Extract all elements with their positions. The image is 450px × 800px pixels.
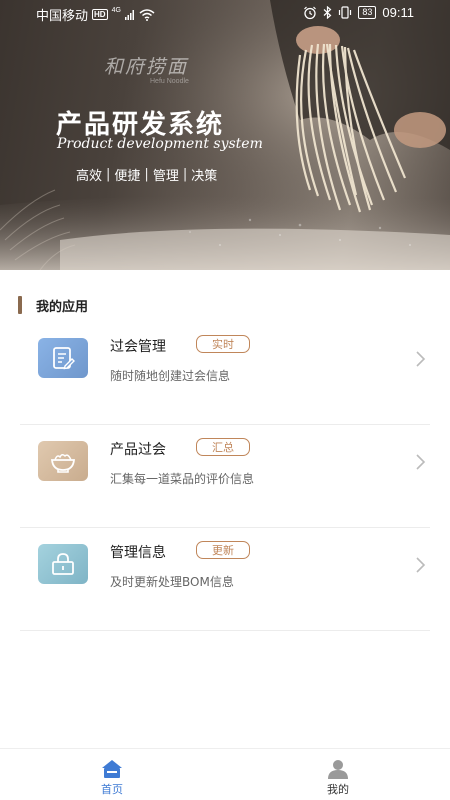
status-bar: 中国移动 HD 4G 83 09:11 [0, 0, 450, 26]
hero-subtitle: Product development system [57, 136, 263, 152]
document-edit-icon [38, 338, 88, 378]
alarm-icon [304, 6, 317, 19]
tag-separator: | [182, 167, 188, 182]
tab-mine-label: 我的 [327, 783, 349, 796]
app-item-management-info[interactable]: 管理信息 更新 及时更新处理BOM信息 [20, 528, 430, 631]
lock-icon [38, 544, 88, 584]
tag-separator: | [144, 167, 149, 182]
chevron-right-icon [416, 351, 426, 367]
app-description: 汇集每一道菜品的评价信息 [110, 472, 255, 486]
tag-decision: 决策 [191, 169, 218, 184]
tag-efficient: 高效 [76, 169, 103, 184]
app-name: 管理信息 [110, 545, 166, 561]
app-description: 及时更新处理BOM信息 [110, 575, 234, 589]
app-name: 产品过会 [110, 442, 166, 458]
status-badge-summary: 汇总 [196, 438, 250, 456]
section-header: 我的应用 [18, 296, 89, 315]
section-accent-bar [18, 296, 22, 314]
tab-home-label: 首页 [101, 783, 123, 796]
user-profile-icon [328, 760, 348, 779]
battery-indicator: 83 [358, 6, 377, 19]
home-icon [102, 760, 122, 778]
tag-convenient: 便捷 [114, 169, 141, 184]
section-title: 我的应用 [36, 299, 89, 315]
status-badge-update: 更新 [196, 541, 250, 559]
hd-indicator: HD [92, 9, 108, 20]
clock-time: 09:11 [382, 5, 414, 20]
noodle-bowl-icon [38, 441, 88, 481]
bluetooth-icon [323, 6, 332, 19]
signal-icon [124, 9, 134, 20]
chevron-right-icon [416, 454, 426, 470]
hero-banner: 中国移动 HD 4G 83 09:11 和府捞面 Hefu Noodle 产品研… [0, 0, 450, 270]
app-screen: 中国移动 HD 4G 83 09:11 和府捞面 Hefu Noodle 产品研… [0, 0, 450, 800]
app-name: 过会管理 [110, 339, 166, 355]
carrier-label: 中国移动 [36, 9, 89, 24]
app-list: 过会管理 实时 随时随地创建过会信息 产品过会 汇总 汇集每一道菜品的评价信息 [0, 322, 450, 631]
vibrate-icon [339, 6, 352, 19]
tag-management: 管理 [152, 169, 179, 184]
bottom-tab-bar: 首页 我的 [0, 748, 450, 800]
chevron-right-icon [416, 557, 426, 573]
brand-logo-subtext: Hefu Noodle [150, 78, 189, 85]
app-description: 随时随地创建过会信息 [110, 369, 231, 383]
brand-logo-text: 和府捞面 [104, 56, 189, 78]
tag-separator: | [106, 167, 111, 182]
tab-mine[interactable]: 我的 [308, 749, 368, 800]
tab-home[interactable]: 首页 [82, 749, 142, 800]
status-badge-realtime: 实时 [196, 335, 250, 353]
network-type: 4G [111, 7, 121, 14]
hero-tagline: 高效 | 便捷 | 管理 | 决策 [76, 165, 217, 184]
app-item-meeting-management[interactable]: 过会管理 实时 随时随地创建过会信息 [20, 322, 430, 425]
wifi-icon [139, 8, 155, 21]
app-item-product-review[interactable]: 产品过会 汇总 汇集每一道菜品的评价信息 [20, 425, 430, 528]
